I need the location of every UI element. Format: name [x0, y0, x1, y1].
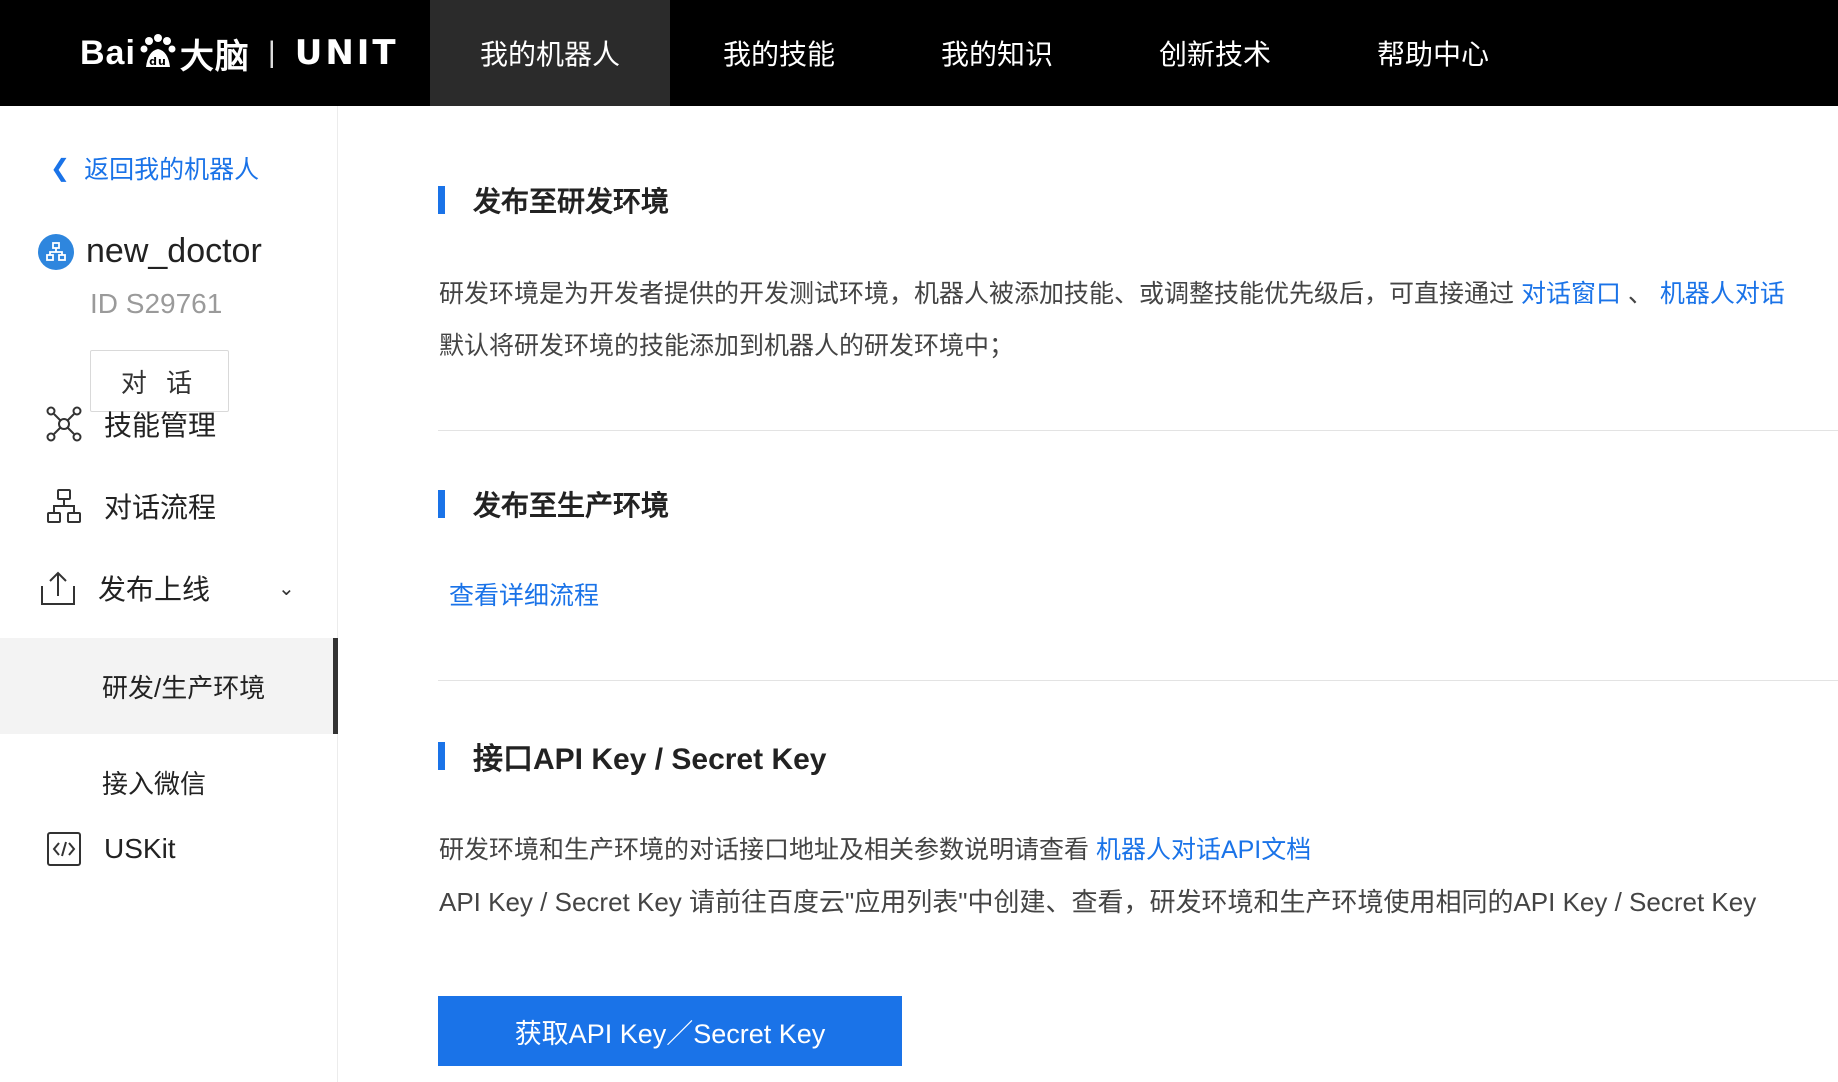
section-accent-bar [438, 742, 445, 770]
nav-innovation[interactable]: 创新技术 [1106, 0, 1324, 106]
back-link-label: 返回我的机器人 [84, 156, 260, 184]
section-title-dev: 发布至研发环境 [438, 180, 669, 220]
logo-separator: | [267, 36, 277, 69]
network-icon [44, 404, 84, 444]
menu-dialog-flow-label: 对话流程 [104, 492, 217, 523]
bot-name: new_doctor [86, 232, 262, 270]
robot-dialog-link[interactable]: 机器人对话 [1660, 280, 1785, 308]
prod-title: 发布至生产环境 [473, 490, 670, 521]
nav-help-center[interactable]: 帮助中心 [1324, 0, 1542, 106]
get-api-key-button[interactable]: 获取API Key／Secret Key [438, 996, 902, 1066]
bot-header: new_doctor [38, 232, 262, 271]
section-accent-bar [438, 186, 445, 214]
chevron-down-icon[interactable]: ⌄ [278, 576, 295, 601]
logo-text: Bai [80, 33, 136, 72]
back-to-robots-link[interactable]: ❮ 返回我的机器人 [50, 150, 259, 186]
nav-my-skills[interactable]: 我的技能 [670, 0, 888, 106]
robot-avatar-icon [38, 233, 74, 270]
code-icon [44, 829, 84, 869]
baidu-paw-icon: du [138, 33, 178, 73]
sidebar: ❮ 返回我的机器人 new_doctor ID S29761 对 话 技能管理 [0, 106, 338, 1082]
submenu-dev-prod-env[interactable]: 研发/生产环境 [0, 638, 338, 734]
chevron-left-icon: ❮ [50, 154, 71, 182]
view-detail-flow-link[interactable]: 查看详细流程 [449, 576, 599, 612]
section-divider [438, 680, 1838, 681]
api-doc-link[interactable]: 机器人对话API文档 [1096, 836, 1311, 864]
api-line1-text: 研发环境和生产环境的对话接口地址及相关参数说明请查看 [439, 836, 1096, 864]
bot-id: ID S29761 [90, 288, 223, 319]
section-title-prod: 发布至生产环境 [438, 484, 669, 524]
logo-product: UNIT [294, 33, 399, 73]
dev-line1-sep: 、 [1620, 280, 1660, 308]
section-accent-bar [438, 490, 445, 518]
dev-description-line1: 研发环境是为开发者提供的开发测试环境，机器人被添加技能、或调整技能优先级后，可直… [439, 274, 1785, 310]
menu-skill-management[interactable]: 技能管理 [0, 394, 338, 454]
menu-publish[interactable]: 发布上线 ⌄ [0, 558, 338, 618]
menu-uskit-label: USKit [104, 833, 176, 864]
dev-description-line2: 默认将研发环境的技能添加到机器人的研发环境中； [439, 332, 1015, 360]
main-nav: 我的机器人 我的技能 我的知识 创新技术 帮助中心 [430, 0, 1542, 106]
api-title: 接口API Key / Secret Key [473, 743, 827, 776]
logo-brain-text: 大脑 [179, 37, 250, 76]
dev-title: 发布至研发环境 [473, 186, 670, 217]
nav-my-knowledge[interactable]: 我的知识 [888, 0, 1106, 106]
baidu-unit-logo[interactable]: Bai du 大脑 | UNIT [0, 0, 430, 106]
main-content: 发布至研发环境 研发环境是为开发者提供的开发测试环境，机器人被添加技能、或调整技… [338, 106, 1838, 1082]
dev-line1-text: 研发环境是为开发者提供的开发测试环境，机器人被添加技能、或调整技能优先级后，可直… [439, 280, 1521, 308]
menu-skill-management-label: 技能管理 [104, 410, 217, 441]
nav-my-robots[interactable]: 我的机器人 [430, 0, 670, 106]
menu-dialog-flow[interactable]: 对话流程 [0, 476, 338, 536]
svg-text:du: du [149, 55, 167, 68]
upload-icon [38, 568, 78, 608]
section-divider [438, 430, 1838, 431]
top-navbar: Bai du 大脑 | UNIT 我的机器人 我的技能 我的知识 创新技术 帮助… [0, 0, 1838, 106]
menu-uskit[interactable]: USKit [0, 814, 338, 884]
dialog-window-link[interactable]: 对话窗口 [1521, 280, 1621, 308]
api-description-line2: API Key / Secret Key 请前往百度云"应用列表"中创建、查看，… [439, 887, 1757, 917]
api-description-line1: 研发环境和生产环境的对话接口地址及相关参数说明请查看 机器人对话API文档 [439, 830, 1311, 866]
menu-publish-label: 发布上线 [98, 574, 211, 605]
flow-icon [44, 486, 84, 526]
section-title-api: 接口API Key / Secret Key [438, 734, 826, 778]
